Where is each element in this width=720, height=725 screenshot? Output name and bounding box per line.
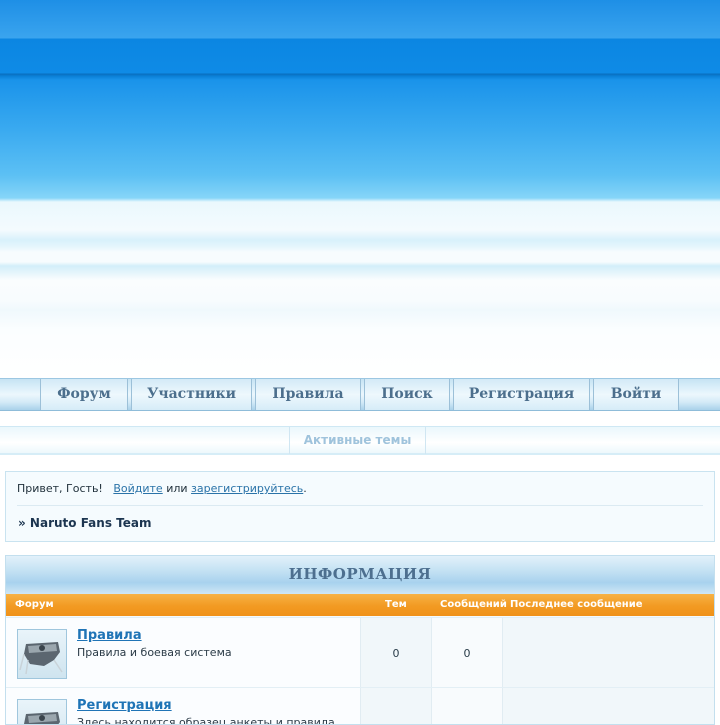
category-title: ИНФОРМАЦИЯ [6,556,714,594]
col-forum: Форум [15,599,54,610]
forum-row: Регистрация Здесь находится образец анке… [6,687,714,725]
col-topics: Тем [385,599,407,610]
messages-count-cell [432,688,503,724]
topics-count: 0 [392,647,400,660]
forum-title-link[interactable]: Правила [77,628,142,643]
welcome-line: Привет, Гость! Войдите или зарегистрируй… [17,482,307,495]
nav-item-register[interactable]: Регистрация [453,379,590,410]
greeting-text: Привет, Гость! [17,482,103,495]
messages-count-cell: 0 [432,618,503,687]
nav-item-rules[interactable]: Правила [255,379,361,410]
divider [17,505,703,506]
active-topics-link[interactable]: Активные темы [289,427,426,454]
forum-info-cell: Регистрация Здесь находится образец анке… [6,688,361,725]
ninja-headband-icon [17,629,67,679]
ninja-headband-icon [17,699,67,724]
login-link[interactable]: Войдите [113,482,162,495]
nav-item-login[interactable]: Войти [593,379,679,410]
column-header: Форум Тем Сообщений Последнее сообщение [6,594,714,616]
forum-info-cell: Правила Правила и боевая система [6,618,361,687]
forum-description: Здесь находится образец анкеты и правила [77,716,335,725]
col-last-post: Последнее сообщение [510,599,643,610]
forum-row: Правила Правила и боевая система 0 0 [6,617,714,687]
breadcrumb[interactable]: » Naruto Fans Team [18,516,151,530]
col-messages: Сообщений [440,599,507,610]
topics-count-cell: 0 [361,618,432,687]
or-text: или [166,482,188,495]
register-link[interactable]: зарегистрируйтесь [191,482,303,495]
forum-category: ИНФОРМАЦИЯ Форум Тем Сообщений Последнее… [5,555,715,725]
topics-count-cell [361,688,432,724]
main-nav: Форум Участники Правила Поиск Регистраци… [0,378,720,411]
forum-description: Правила и боевая система [77,646,232,659]
nav-item-forum[interactable]: Форум [40,379,128,410]
last-post-cell [503,688,714,724]
nav-item-search[interactable]: Поиск [364,379,450,410]
end-dot: . [303,482,307,495]
last-post-cell [503,618,714,687]
sub-nav: Активные темы [0,426,720,455]
forum-title-link[interactable]: Регистрация [77,698,172,713]
nav-item-members[interactable]: Участники [131,379,252,410]
header-banner [0,0,720,378]
welcome-box: Привет, Гость! Войдите или зарегистрируй… [5,471,715,542]
messages-count: 0 [463,647,471,660]
